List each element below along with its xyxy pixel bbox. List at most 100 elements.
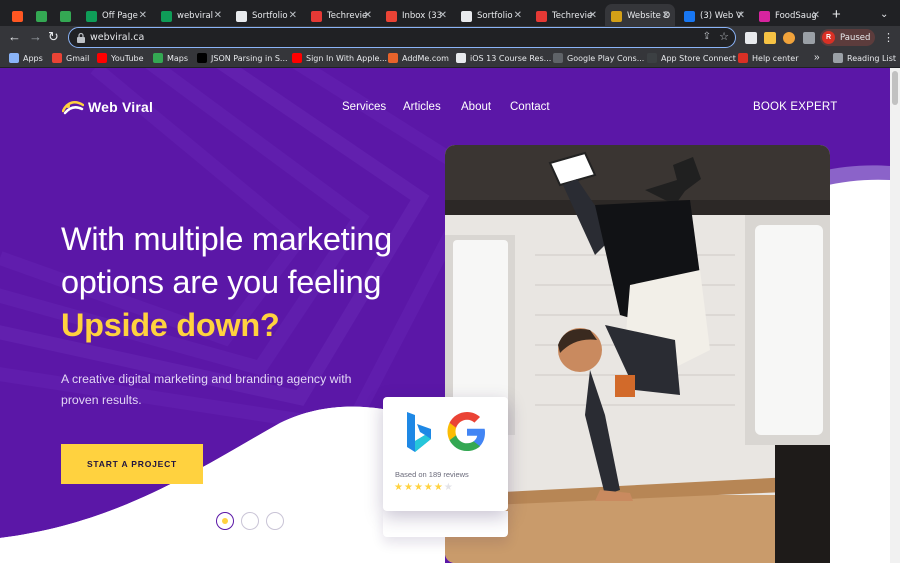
github-icon	[456, 53, 466, 63]
close-tab-icon[interactable]: ✕	[662, 10, 670, 22]
browser-tab[interactable]: (3) Web V ✕	[678, 4, 750, 28]
bookmark-item[interactable]: iOS 13 Course Res...	[456, 53, 551, 63]
addme-icon	[388, 53, 398, 63]
browser-tab[interactable]: Inbox (33 ✕	[380, 4, 452, 28]
bookmark-label: AddMe.com	[402, 53, 449, 63]
reviews-card-footer	[383, 511, 508, 537]
bookmarks-overflow-icon[interactable]: »	[814, 52, 820, 63]
logo-wave-icon	[62, 101, 84, 115]
page-scrollbar[interactable]	[890, 68, 900, 563]
share-icon[interactable]: ⇪	[703, 31, 711, 42]
site-logo[interactable]: Web Viral	[62, 98, 153, 116]
bookmark-item[interactable]: Apps	[9, 53, 43, 63]
slider-dot[interactable]	[216, 512, 234, 530]
close-tab-icon[interactable]: ✕	[364, 10, 372, 22]
close-tab-icon[interactable]: ✕	[812, 10, 820, 22]
nav-about[interactable]: About	[461, 101, 491, 113]
bookmark-label: Reading List	[847, 53, 896, 63]
bookmark-label: Gmail	[66, 53, 90, 63]
extensions-puzzle-icon[interactable]	[803, 32, 815, 44]
headline-highlight: Upside down?	[61, 307, 280, 343]
reviews-card[interactable]: Based on 189 reviews ★ ★ ★ ★ ★ ★	[383, 397, 508, 511]
grid-icon	[461, 10, 472, 22]
bookmark-star-icon[interactable]: ☆	[719, 30, 729, 43]
hero-subtitle: A creative digital marketing and brandin…	[61, 372, 352, 407]
extension-pen-icon[interactable]	[764, 32, 776, 44]
close-tab-icon[interactable]: ✕	[439, 10, 447, 22]
flame-icon	[12, 10, 23, 22]
bookmark-item[interactable]: Maps	[153, 53, 188, 63]
hero-headline: With multiple marketing options are you …	[61, 218, 392, 347]
close-tab-icon[interactable]: ✕	[514, 10, 522, 22]
nav-services[interactable]: Services	[342, 101, 386, 113]
nav-contact[interactable]: Contact	[510, 101, 550, 113]
bookmarks-bar: Apps Gmail YouTube Maps JSON Parsing in S...…	[0, 50, 900, 68]
google-drive-icon	[36, 10, 47, 22]
bookmark-item[interactable]: JSON Parsing in S...	[197, 53, 288, 63]
slider-dot[interactable]	[241, 512, 259, 530]
bookmark-label: Help center	[752, 53, 799, 63]
site-icon	[611, 10, 622, 22]
forward-button[interactable]: →	[29, 30, 42, 44]
browser-tab[interactable]: Sortfolio ✕	[230, 4, 302, 28]
browser-tab[interactable]: Website D ✕	[605, 4, 675, 28]
tab-search-icon[interactable]: ⌄	[880, 9, 888, 20]
logo-text: Web Viral	[88, 99, 154, 115]
instagram-icon	[759, 10, 770, 22]
back-button[interactable]: ←	[8, 30, 21, 44]
star-icon	[311, 10, 322, 22]
bookmark-item[interactable]: AddMe.com	[388, 53, 449, 63]
bookmark-label: Maps	[167, 53, 189, 63]
gmail-icon	[52, 53, 62, 63]
grid-icon	[236, 10, 247, 22]
star-icon: ★	[403, 482, 413, 493]
bookmark-item[interactable]: App Store Connect	[647, 53, 736, 63]
close-tab-icon[interactable]: ✕	[737, 10, 745, 22]
help-icon	[738, 53, 748, 63]
apps-icon	[9, 53, 19, 63]
bookmark-item[interactable]: YouTube	[97, 53, 144, 63]
browser-tab[interactable]	[6, 4, 28, 28]
browser-tab[interactable]: Techrevie ✕	[530, 4, 602, 28]
extension-download-icon[interactable]	[745, 32, 757, 44]
bookmark-label: App Store Connect	[661, 53, 736, 63]
new-tab-button[interactable]: +	[832, 7, 841, 22]
bookmark-label: iOS 13 Course Res...	[470, 53, 552, 63]
browser-tab[interactable]	[54, 4, 78, 28]
bookmark-item[interactable]: Reading List	[833, 53, 896, 63]
star-rating: ★ ★ ★ ★ ★ ★	[394, 483, 454, 493]
slider-dot[interactable]	[266, 512, 284, 530]
headline-line-2: options are you feeling	[61, 264, 382, 300]
nav-articles[interactable]: Articles	[403, 101, 441, 113]
reload-button[interactable]: ↻	[48, 30, 59, 44]
profile-button[interactable]: R Paused	[820, 29, 875, 46]
start-project-button[interactable]: START A PROJECT	[61, 444, 203, 484]
browser-menu-icon[interactable]: ⋮	[883, 31, 894, 44]
maps-icon	[153, 53, 163, 63]
address-bar[interactable]: webviral.ca ⇪ ☆	[68, 27, 736, 48]
browser-tab[interactable]: Sortfolio ✕	[455, 4, 527, 28]
star-icon	[536, 10, 547, 22]
book-expert-link[interactable]: BOOK EXPERT	[753, 101, 837, 113]
bookmark-label: Sign In With Apple...	[306, 53, 388, 63]
bookmark-item[interactable]: Sign In With Apple...	[292, 53, 387, 63]
browser-tab[interactable]: Techrevie ✕	[305, 4, 377, 28]
close-tab-icon[interactable]: ✕	[214, 10, 222, 22]
browser-tab[interactable]: webviral ✕	[155, 4, 227, 28]
close-tab-icon[interactable]: ✕	[139, 10, 147, 22]
extension-honey-icon[interactable]	[783, 32, 795, 44]
scrollbar-thumb[interactable]	[892, 71, 898, 105]
browser-tab[interactable]: FoodSaug ✕	[753, 4, 825, 28]
star-icon: ★	[423, 482, 433, 493]
star-icon: ★	[433, 482, 443, 493]
browser-tab[interactable]: Off Page ✕	[80, 4, 152, 28]
bing-logo-icon	[407, 412, 431, 452]
google-sheets-icon	[86, 10, 97, 22]
browser-tab[interactable]	[30, 4, 52, 28]
reviews-count-text: Based on 189 reviews	[395, 470, 469, 479]
close-tab-icon[interactable]: ✕	[289, 10, 297, 22]
bookmark-item[interactable]: Help center	[738, 53, 799, 63]
bookmark-item[interactable]: Google Play Cons...	[553, 53, 644, 63]
close-tab-icon[interactable]: ✕	[589, 10, 597, 22]
bookmark-item[interactable]: Gmail	[52, 53, 89, 63]
